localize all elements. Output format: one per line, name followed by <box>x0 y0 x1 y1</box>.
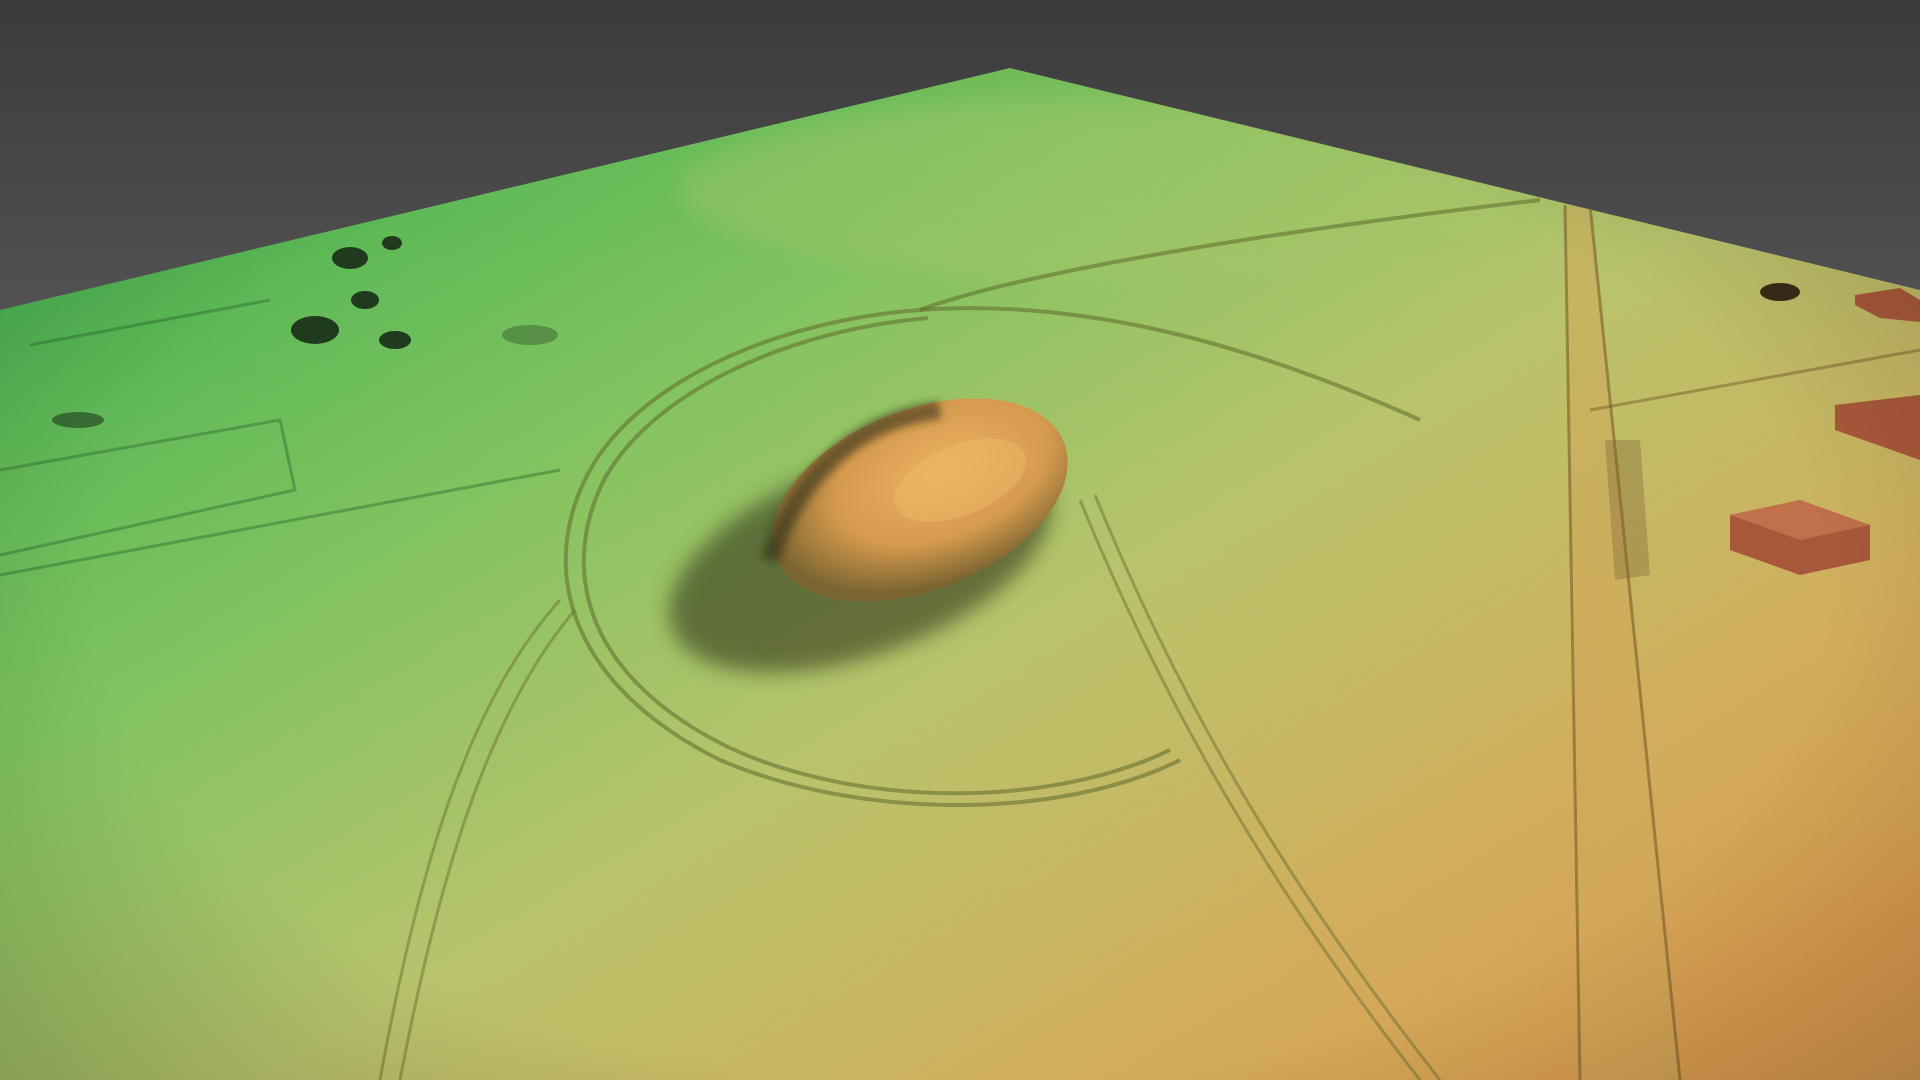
terrain-scene <box>0 0 1920 1080</box>
